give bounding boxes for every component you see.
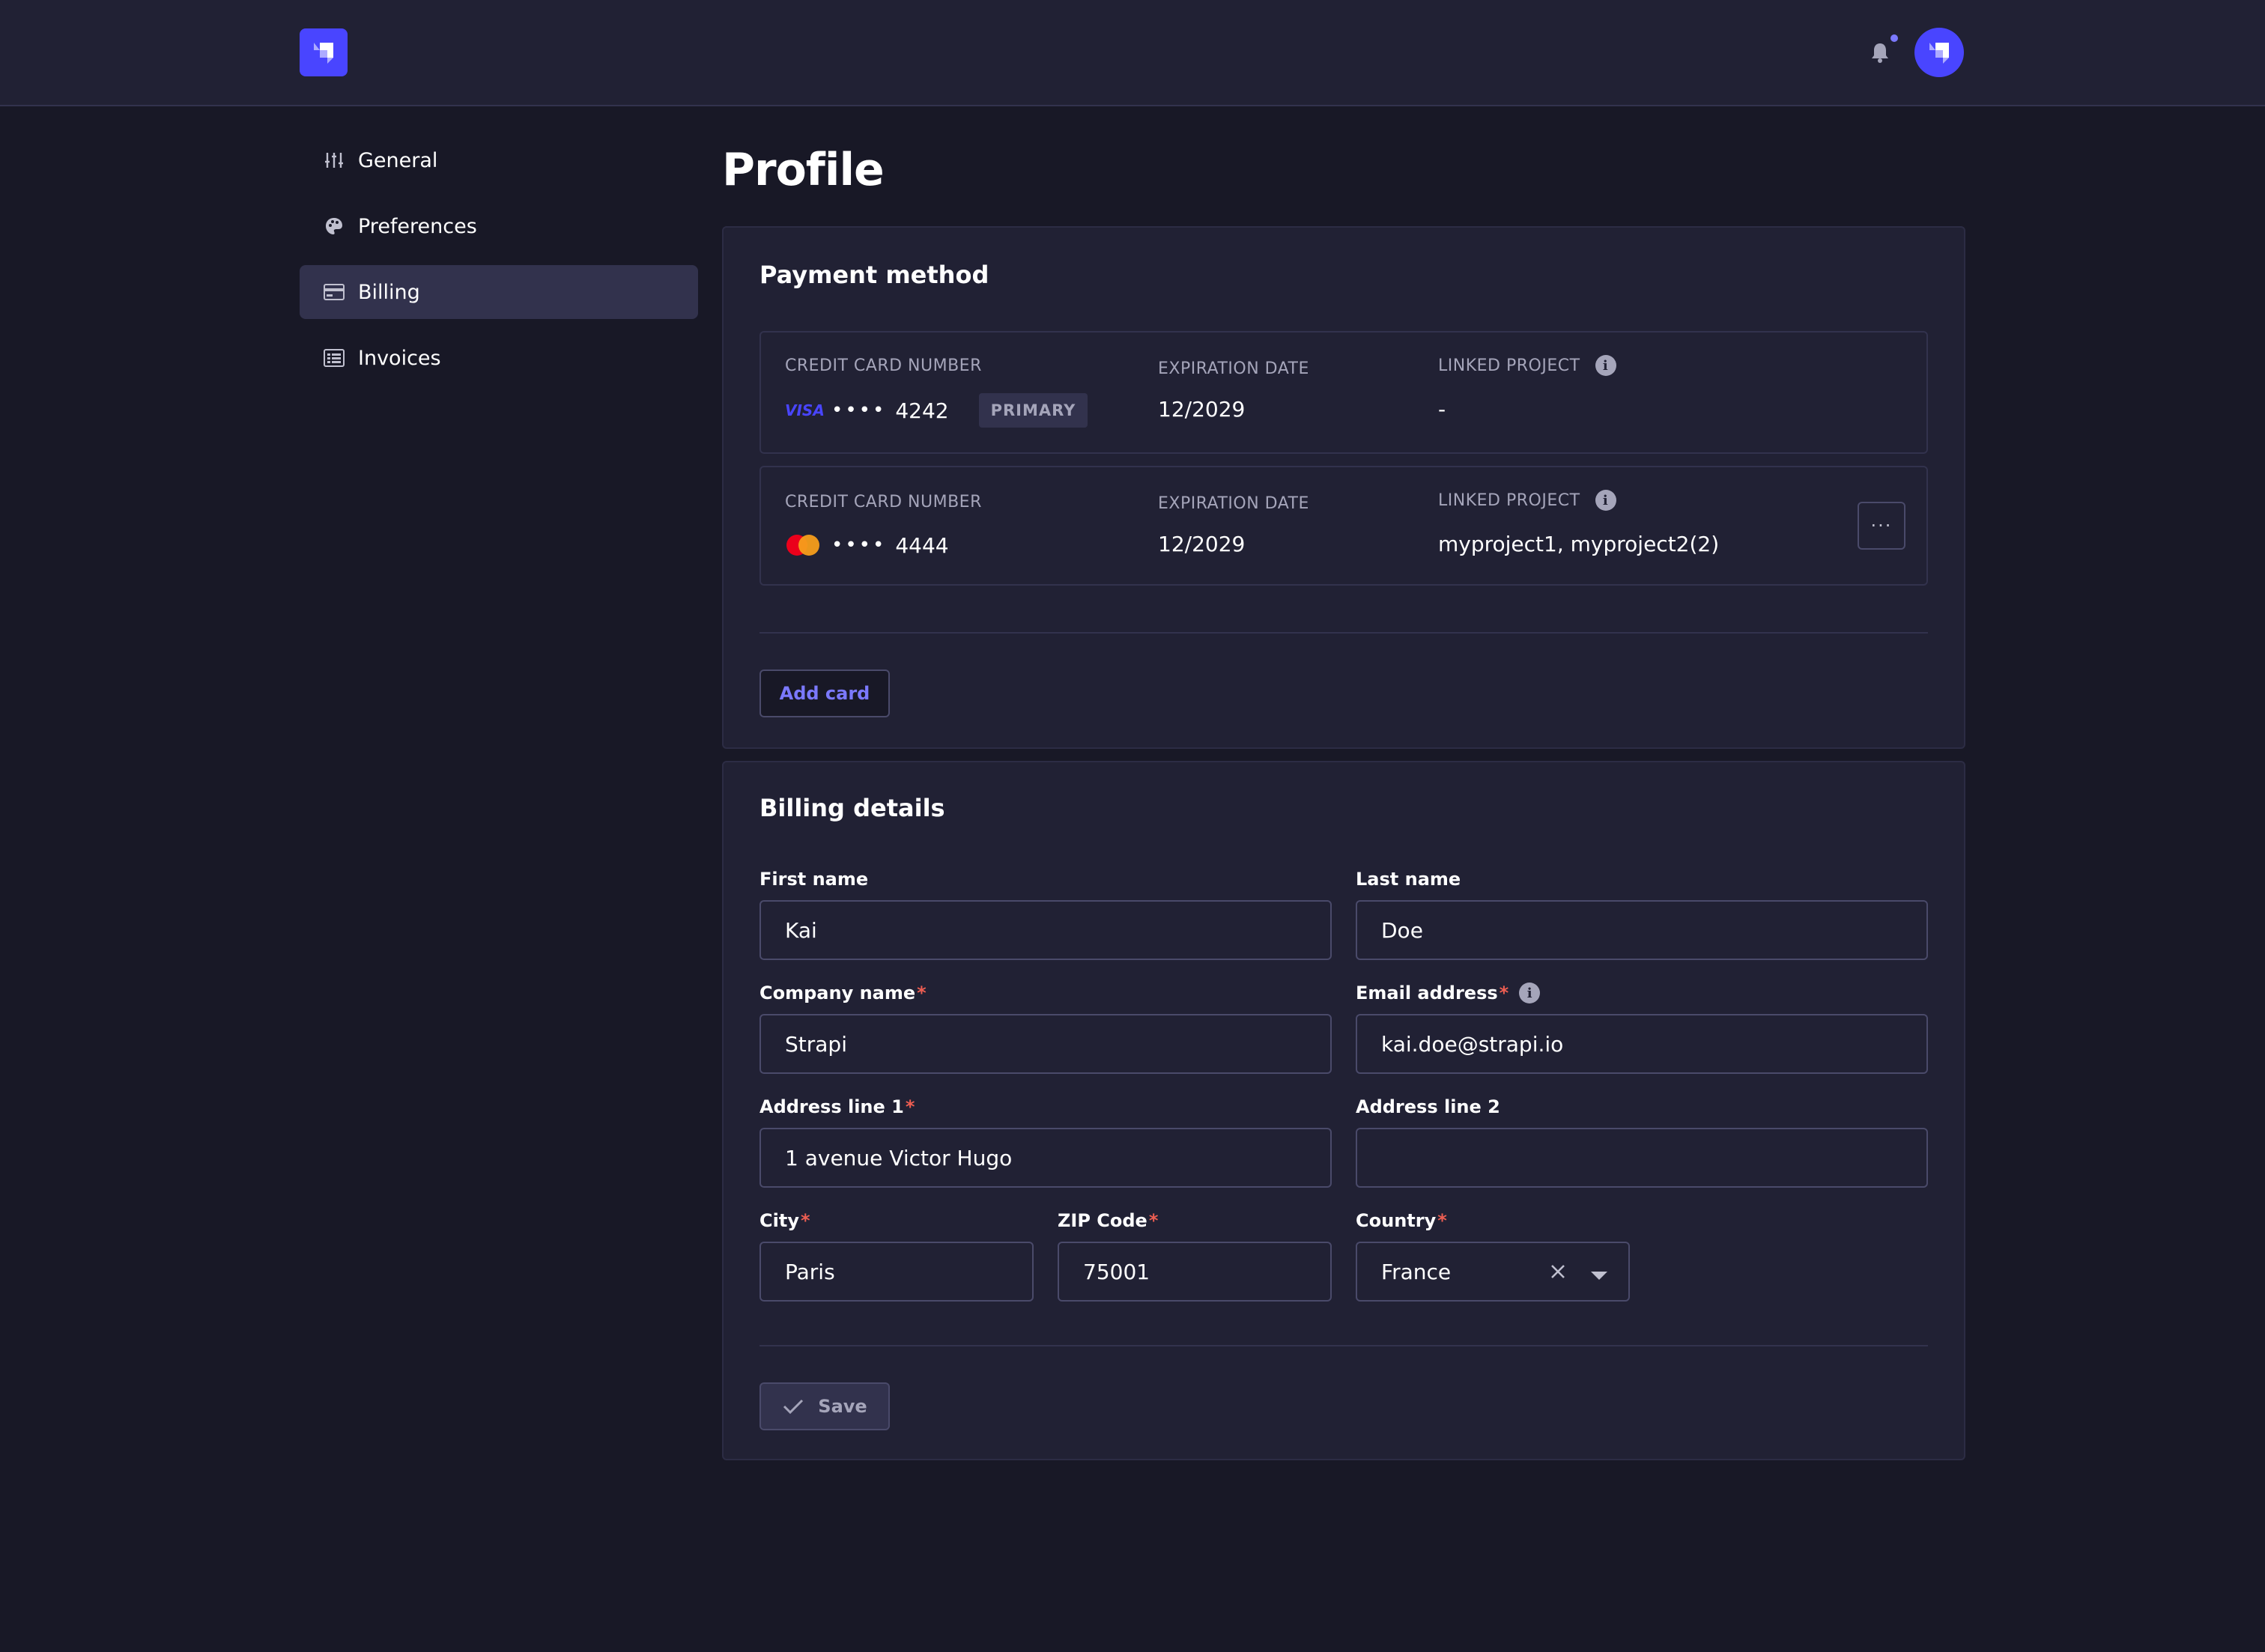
linked-project-label: LINKED PROJECT i: [1438, 355, 1616, 376]
invoice-icon: [324, 347, 345, 368]
payment-method-title: Payment method: [759, 261, 989, 289]
card-number-value: VISA •••• 4242 PRIMARY: [785, 392, 1088, 428]
sidebar-item-label: Preferences: [358, 214, 477, 238]
clear-icon[interactable]: [1546, 1260, 1570, 1284]
payment-method-panel: Payment method CREDIT CARD NUMBER VISA •…: [722, 226, 1965, 749]
settings-sidebar: General Preferences Billing Invoices: [300, 133, 698, 397]
bell-icon[interactable]: [1867, 39, 1893, 66]
check-icon: [783, 1399, 804, 1415]
card-last4: 4444: [895, 532, 949, 558]
address-line2-label: Address line 2: [1356, 1096, 1500, 1117]
billing-details-panel: Billing details First name Last name Com…: [722, 761, 1965, 1460]
payment-card-row: CREDIT CARD NUMBER •••• 4444 EXPIRATION …: [759, 466, 1928, 586]
expiration-label: EXPIRATION DATE: [1158, 359, 1309, 378]
linked-project-label-text: LINKED PROJECT: [1438, 491, 1580, 510]
sidebar-item-general[interactable]: General: [300, 133, 698, 187]
card-number-value: •••• 4444: [785, 527, 949, 563]
required-marker: *: [917, 983, 927, 1003]
notification-dot: [1890, 34, 1898, 42]
avatar[interactable]: [1914, 28, 1964, 77]
last-name-label: Last name: [1356, 869, 1461, 890]
card-last4: 4242: [895, 398, 949, 423]
company-name-label: Company name *: [759, 983, 927, 1003]
billing-details-title: Billing details: [759, 794, 945, 822]
sidebar-item-billing[interactable]: Billing: [300, 265, 698, 319]
linked-project-value: myproject1, myproject2(2): [1438, 532, 1720, 556]
zip-code-label-text: ZIP Code: [1058, 1210, 1147, 1231]
required-marker: *: [1499, 983, 1509, 1003]
masked-digits: ••••: [831, 399, 887, 422]
sidebar-item-invoices[interactable]: Invoices: [300, 331, 698, 385]
info-icon[interactable]: i: [1595, 355, 1616, 376]
add-card-button[interactable]: Add card: [759, 669, 890, 717]
info-icon[interactable]: i: [1519, 983, 1541, 1003]
palette-icon: [324, 216, 345, 237]
required-marker: *: [1148, 1210, 1159, 1231]
first-name-input[interactable]: [759, 900, 1332, 960]
linked-project-label-text: LINKED PROJECT: [1438, 356, 1580, 375]
more-actions-button[interactable]: ···: [1858, 502, 1905, 550]
save-button-label: Save: [818, 1396, 867, 1417]
country-select[interactable]: France: [1356, 1242, 1630, 1302]
address-line1-label-text: Address line 1: [759, 1096, 904, 1117]
sidebar-item-label: Invoices: [358, 346, 441, 370]
payment-card-row: CREDIT CARD NUMBER VISA •••• 4242 PRIMAR…: [759, 331, 1928, 454]
first-name-label: First name: [759, 869, 869, 890]
required-marker: *: [800, 1210, 810, 1231]
save-button[interactable]: Save: [759, 1382, 890, 1430]
expiration-value: 12/2029: [1158, 397, 1246, 422]
mastercard-icon: [785, 533, 824, 557]
email-address-label-text: Email address: [1356, 983, 1498, 1003]
required-marker: *: [905, 1096, 915, 1117]
zip-code-input[interactable]: [1058, 1242, 1332, 1302]
company-name-label-text: Company name: [759, 983, 916, 1003]
primary-badge: PRIMARY: [978, 393, 1088, 428]
email-input[interactable]: [1356, 1014, 1928, 1074]
top-bar: [0, 0, 2265, 106]
info-icon[interactable]: i: [1595, 490, 1616, 511]
email-address-label: Email address * i: [1356, 983, 1541, 1003]
city-input[interactable]: [759, 1242, 1034, 1302]
city-label-text: City: [759, 1210, 799, 1231]
sidebar-item-label: Billing: [358, 280, 420, 304]
country-label: Country *: [1356, 1210, 1447, 1231]
page-title: Profile: [722, 144, 885, 196]
expiration-label: EXPIRATION DATE: [1158, 494, 1309, 513]
address-line1-input[interactable]: [759, 1128, 1332, 1188]
company-name-input[interactable]: [759, 1014, 1332, 1074]
required-marker: *: [1437, 1210, 1447, 1231]
divider: [759, 632, 1928, 634]
card-number-label: CREDIT CARD NUMBER: [785, 356, 982, 375]
address-line2-input[interactable]: [1356, 1128, 1928, 1188]
zip-code-label: ZIP Code *: [1058, 1210, 1158, 1231]
masked-digits: ••••: [831, 534, 887, 556]
sidebar-item-label: General: [358, 148, 438, 172]
last-name-input[interactable]: [1356, 900, 1928, 960]
country-value: France: [1381, 1259, 1452, 1284]
linked-project-value: -: [1438, 397, 1446, 422]
expiration-value: 12/2029: [1158, 532, 1246, 556]
card-number-label: CREDIT CARD NUMBER: [785, 493, 982, 511]
country-label-text: Country: [1356, 1210, 1437, 1231]
address-line1-label: Address line 1 *: [759, 1096, 915, 1117]
strapi-logo-icon[interactable]: [300, 28, 348, 76]
sliders-icon: [324, 150, 345, 171]
credit-card-icon: [324, 282, 345, 303]
sidebar-item-preferences[interactable]: Preferences: [300, 199, 698, 253]
divider: [759, 1345, 1928, 1346]
strapi-logo-icon: [1929, 43, 1949, 64]
city-label: City *: [759, 1210, 810, 1231]
linked-project-label: LINKED PROJECT i: [1438, 490, 1616, 511]
visa-icon: VISA: [785, 401, 825, 419]
chevron-down-icon[interactable]: [1589, 1264, 1609, 1281]
